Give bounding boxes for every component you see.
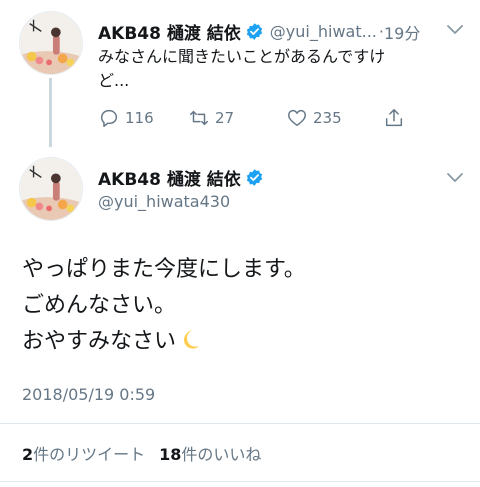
like-label: 件のいいね [181,445,262,464]
tweet-text-line: ごめんなさい。 [22,293,177,318]
tweet-text-line: おやすみなさい [22,329,177,354]
main-tweet-header: AKB48 樋渡 結依 [98,165,264,190]
thread-connector [49,78,52,147]
display-name[interactable]: AKB48 樋渡 結依 [98,165,241,190]
avatar-image [20,158,82,220]
heart-icon [288,109,306,127]
share-icon [385,109,403,127]
like-button[interactable]: 235 [286,107,342,129]
avatar[interactable] [19,11,83,75]
retweet-count: 27 [215,109,235,127]
main-tweet-text: やっぱりまた今度にします。 ごめんなさい。 おやすみなさい [22,252,462,360]
tweet-text-line-with-emoji: おやすみなさい [22,324,462,360]
reply-count: 116 [125,109,154,127]
retweet-icon [190,110,208,126]
tweet-thread: AKB48 樋渡 結依 @yui_hiwat... · 19分 みなさんに聞きた… [0,0,480,487]
avatar-image [20,12,82,74]
reply-tweet-header: AKB48 樋渡 結依 @yui_hiwat... · 19分 [98,19,450,44]
divider [0,423,480,424]
likes-stat[interactable]: 18 件のいいね [159,441,261,465]
like-total: 18 [159,445,182,464]
share-button[interactable] [383,107,410,129]
reply-button[interactable]: 116 [98,107,154,129]
display-name[interactable]: AKB48 樋渡 結依 [98,19,241,44]
reply-tweet-text: みなさんに聞きたいことがあるんですけ ど... [98,45,458,93]
engagement-stats: 2 件のリツイート 18 件のいいね [22,441,261,465]
retweets-stat[interactable]: 2 件のリツイート [22,441,145,465]
tweet-text-line: ど... [98,71,130,90]
handle[interactable]: @yui_hiwat... [270,22,377,41]
chevron-down-icon[interactable] [446,172,464,184]
retweet-label: 件のリツイート [33,445,146,464]
tweet-text-line: みなさんに聞きたいことがあるんですけ [98,47,386,66]
crescent-moon-icon [184,330,200,349]
retweet-total: 2 [22,445,34,464]
tweet-timestamp[interactable]: 2018/05/19 0:59 [22,385,155,404]
divider [0,481,480,482]
like-count: 235 [313,109,342,127]
handle[interactable]: @yui_hiwata430 [98,192,230,211]
chevron-down-icon[interactable] [446,24,464,36]
verified-badge-icon [246,169,262,186]
verified-badge-icon [246,23,262,40]
reply-icon [100,109,118,127]
relative-time[interactable]: 19分 [384,20,420,44]
retweet-button[interactable]: 27 [188,107,234,129]
tweet-text-line: やっぱりまた今度にします。 [22,257,306,282]
avatar[interactable] [19,157,83,221]
